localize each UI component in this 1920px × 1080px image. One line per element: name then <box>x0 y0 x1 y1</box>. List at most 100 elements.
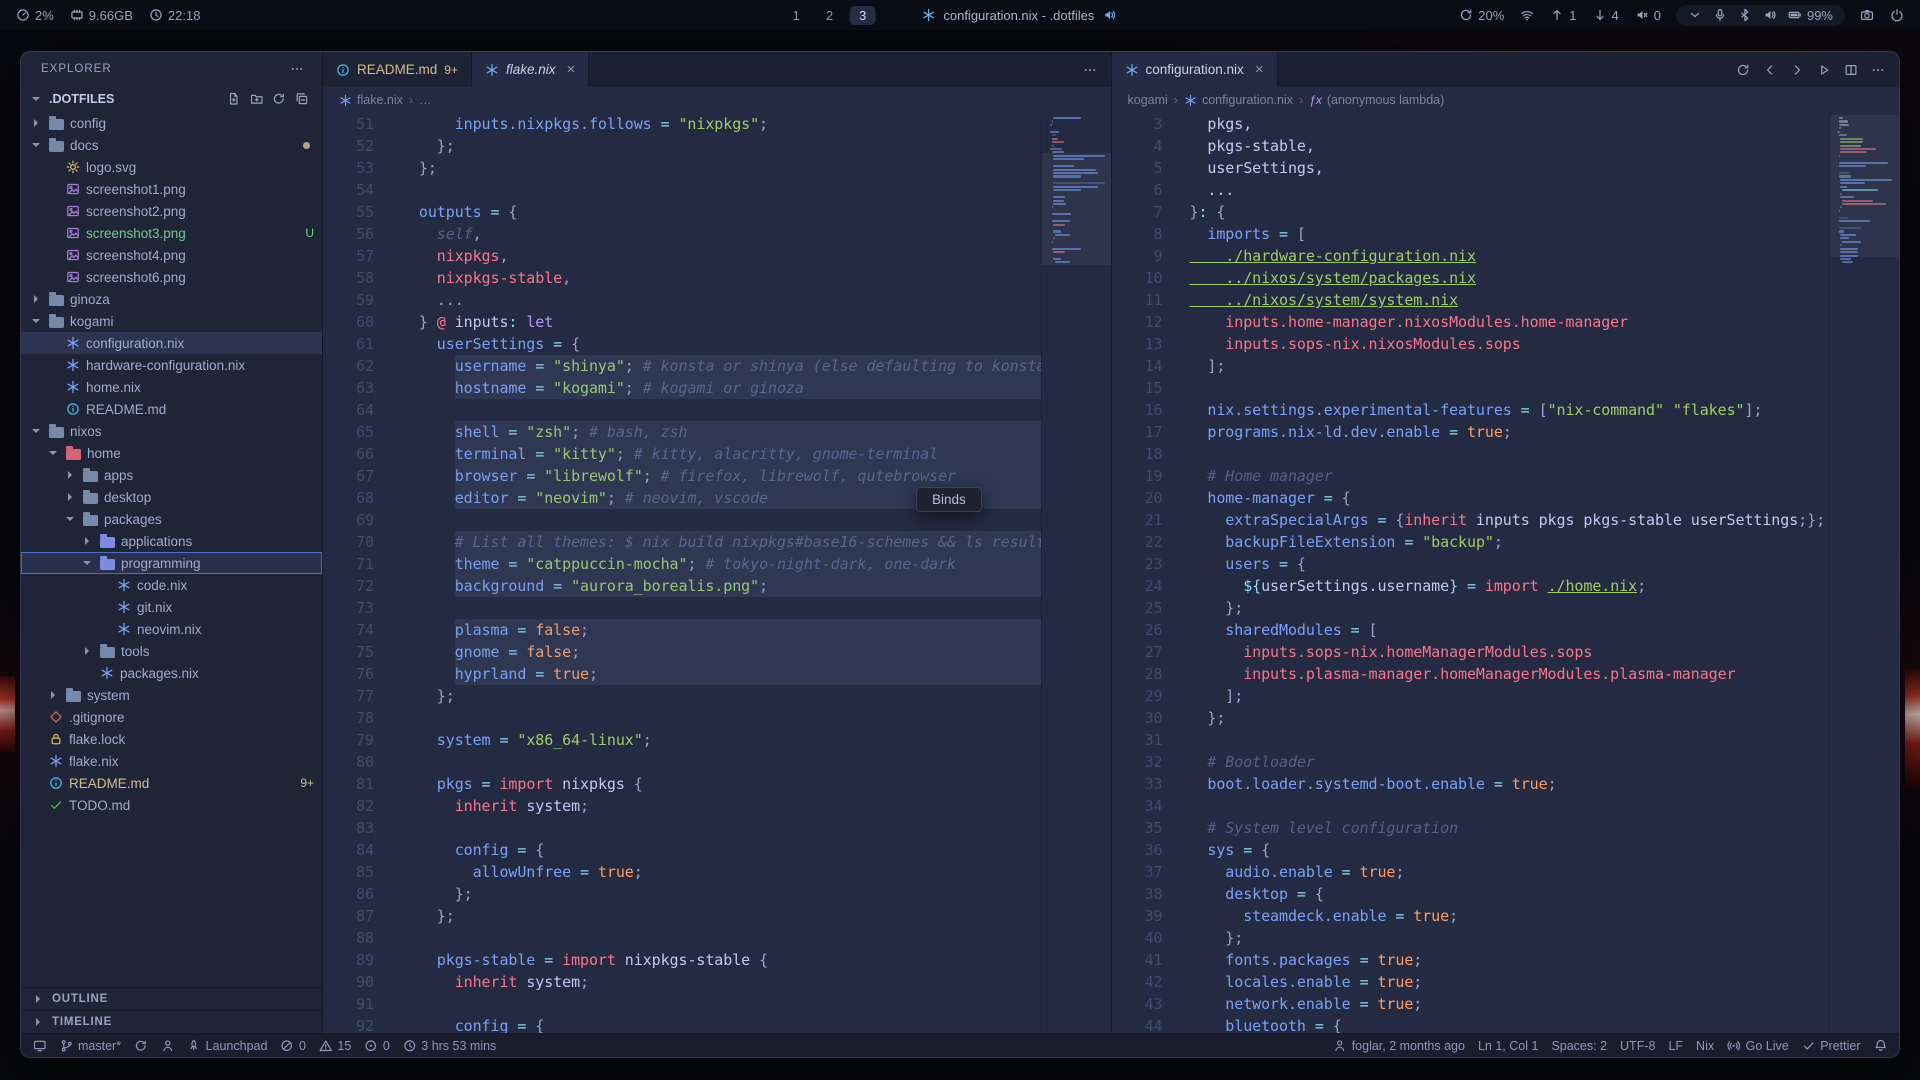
file-item-packages.nix[interactable]: packages.nix <box>21 662 322 684</box>
outline-section[interactable]: OUTLINE <box>21 987 322 1010</box>
sync-icon[interactable] <box>1736 63 1750 77</box>
breadcrumb-item[interactable]: configuration.nix <box>1184 93 1293 107</box>
notifications-bell[interactable] <box>1874 1039 1888 1053</box>
code-line-75[interactable]: 75 gnome = false; <box>323 641 1041 663</box>
mic-indicator[interactable] <box>1713 8 1727 22</box>
right-minimap[interactable] <box>1829 113 1899 1033</box>
wakatime-status[interactable]: 3 hrs 53 mins <box>403 1039 497 1053</box>
code-line-84[interactable]: 84 config = { <box>323 839 1041 861</box>
code-line-21[interactable]: 21 extraSpecialArgs = {inherit inputs pk… <box>1112 509 1830 531</box>
minimap-slider[interactable] <box>1830 115 1899 257</box>
code-line-89[interactable]: 89 pkgs-stable = import nixpkgs-stable { <box>323 949 1041 971</box>
file-item-code.nix[interactable]: code.nix <box>21 574 322 596</box>
folder-item-applications[interactable]: applications <box>21 530 322 552</box>
code-line-67[interactable]: 67 browser = "librewolf"; # firefox, lib… <box>323 465 1041 487</box>
code-line-80[interactable]: 80 <box>323 751 1041 773</box>
accounts-status[interactable] <box>161 1039 175 1053</box>
code-line-77[interactable]: 77 }; <box>323 685 1041 707</box>
code-line-14[interactable]: 14 ]; <box>1112 355 1830 377</box>
code-line-20[interactable]: 20 home-manager = { <box>1112 487 1830 509</box>
tab-flake.nix[interactable]: flake.nix× <box>472 52 589 87</box>
code-line-56[interactable]: 56 self, <box>323 223 1041 245</box>
file-item-neovim.nix[interactable]: neovim.nix <box>21 618 322 640</box>
code-line-62[interactable]: 62 username = "shinya"; # konsta or shin… <box>323 355 1041 377</box>
code-line-51[interactable]: 51 inputs.nixpkgs.follows = "nixpkgs"; <box>323 113 1041 135</box>
left-code[interactable]: 51 inputs.nixpkgs.follows = "nixpkgs";52… <box>323 113 1041 1033</box>
code-line-10[interactable]: 10 ../nixos/system/packages.nix <box>1112 267 1830 289</box>
file-item-configuration.nix[interactable]: configuration.nix <box>21 332 322 354</box>
code-line-52[interactable]: 52 }; <box>323 135 1041 157</box>
battery-indicator[interactable]: 99% <box>1788 8 1833 23</box>
code-line-79[interactable]: 79 system = "x86_64-linux"; <box>323 729 1041 751</box>
sync-status[interactable] <box>134 1039 148 1053</box>
encoding-status[interactable]: UTF-8 <box>1620 1039 1655 1053</box>
code-line-8[interactable]: 8 imports = [ <box>1112 223 1830 245</box>
code-line-78[interactable]: 78 <box>323 707 1041 729</box>
git-branch-status[interactable]: master* <box>60 1039 122 1053</box>
file-item-README.md[interactable]: README.md9+ <box>21 772 322 794</box>
code-line-66[interactable]: 66 terminal = "kitty"; # kitty, alacritt… <box>323 443 1041 465</box>
errors-status[interactable]: 0 <box>280 1039 305 1053</box>
code-line-15[interactable]: 15 <box>1112 377 1830 399</box>
code-line-43[interactable]: 43 network.enable = true; <box>1112 993 1830 1015</box>
workspace-1[interactable]: 1 <box>784 6 809 25</box>
back-icon[interactable] <box>1763 63 1777 77</box>
new-file-icon[interactable] <box>227 92 241 106</box>
left-minimap[interactable] <box>1041 113 1111 1033</box>
breadcrumb-item[interactable]: ƒx(anonymous lambda) <box>1309 93 1444 107</box>
code-line-74[interactable]: 74 plasma = false; <box>323 619 1041 641</box>
file-item-screenshot6.png[interactable]: screenshot6.png <box>21 266 322 288</box>
code-line-41[interactable]: 41 fonts.packages = true; <box>1112 949 1830 971</box>
code-line-90[interactable]: 90 inherit system; <box>323 971 1041 993</box>
go-live-status[interactable]: Go Live <box>1727 1039 1789 1053</box>
code-line-3[interactable]: 3 pkgs, <box>1112 113 1830 135</box>
memory-indicator[interactable]: 9.66GB <box>70 8 133 23</box>
cursor-position[interactable]: Ln 1, Col 1 <box>1478 1039 1538 1053</box>
breadcrumb-item[interactable]: … <box>419 93 432 107</box>
folder-item-programming[interactable]: programming <box>21 552 322 574</box>
new-folder-icon[interactable] <box>250 92 264 106</box>
code-line-44[interactable]: 44 bluetooth = { <box>1112 1015 1830 1033</box>
workspace-2[interactable]: 2 <box>817 6 842 25</box>
code-line-27[interactable]: 27 inputs.sops-nix.homeManagerModules.so… <box>1112 641 1830 663</box>
folder-item-packages[interactable]: packages <box>21 508 322 530</box>
code-line-17[interactable]: 17 programs.nix-ld.dev.enable = true; <box>1112 421 1830 443</box>
code-line-53[interactable]: 53 }; <box>323 157 1041 179</box>
code-line-65[interactable]: 65 shell = "zsh"; # bash, zsh <box>323 421 1041 443</box>
code-line-31[interactable]: 31 <box>1112 729 1830 751</box>
clock-indicator[interactable]: 22:18 <box>149 8 201 23</box>
code-line-12[interactable]: 12 inputs.home-manager.nixosModules.home… <box>1112 311 1830 333</box>
code-line-55[interactable]: 55 outputs = { <box>323 201 1041 223</box>
code-line-29[interactable]: 29 ]; <box>1112 685 1830 707</box>
code-line-32[interactable]: 32 # Bootloader <box>1112 751 1830 773</box>
folder-item-apps[interactable]: apps <box>21 464 322 486</box>
code-line-28[interactable]: 28 inputs.plasma-manager.homeManagerModu… <box>1112 663 1830 685</box>
code-line-61[interactable]: 61 userSettings = { <box>323 333 1041 355</box>
code-line-7[interactable]: 7}: { <box>1112 201 1830 223</box>
cpu-indicator[interactable]: 2% <box>16 8 54 23</box>
code-line-72[interactable]: 72 background = "aurora_borealis.png"; <box>323 575 1041 597</box>
code-line-85[interactable]: 85 allowUnfree = true; <box>323 861 1041 883</box>
code-line-87[interactable]: 87 }; <box>323 905 1041 927</box>
code-line-34[interactable]: 34 <box>1112 795 1830 817</box>
code-line-60[interactable]: 60 } @ inputs: let <box>323 311 1041 333</box>
code-line-64[interactable]: 64 <box>323 399 1041 421</box>
code-line-16[interactable]: 16 nix.settings.experimental-features = … <box>1112 399 1830 421</box>
code-line-91[interactable]: 91 <box>323 993 1041 1015</box>
code-line-33[interactable]: 33 boot.loader.systemd-boot.enable = tru… <box>1112 773 1830 795</box>
forward-icon[interactable] <box>1790 63 1804 77</box>
file-item-screenshot1.png[interactable]: screenshot1.png <box>21 178 322 200</box>
more-icon[interactable] <box>1083 63 1097 77</box>
folder-item-desktop[interactable]: desktop <box>21 486 322 508</box>
code-line-70[interactable]: 70 # List all themes: $ nix build nixpkg… <box>323 531 1041 553</box>
code-line-25[interactable]: 25 }; <box>1112 597 1830 619</box>
play-icon[interactable] <box>1817 63 1831 77</box>
file-item-home.nix[interactable]: home.nix <box>21 376 322 398</box>
code-line-81[interactable]: 81 pkgs = import nixpkgs { <box>323 773 1041 795</box>
code-line-37[interactable]: 37 audio.enable = true; <box>1112 861 1830 883</box>
breadcrumb-item[interactable]: kogami <box>1128 93 1168 107</box>
code-line-39[interactable]: 39 steamdeck.enable = true; <box>1112 905 1830 927</box>
code-line-30[interactable]: 30 }; <box>1112 707 1830 729</box>
code-line-9[interactable]: 9 ./hardware-configuration.nix <box>1112 245 1830 267</box>
code-line-18[interactable]: 18 <box>1112 443 1830 465</box>
